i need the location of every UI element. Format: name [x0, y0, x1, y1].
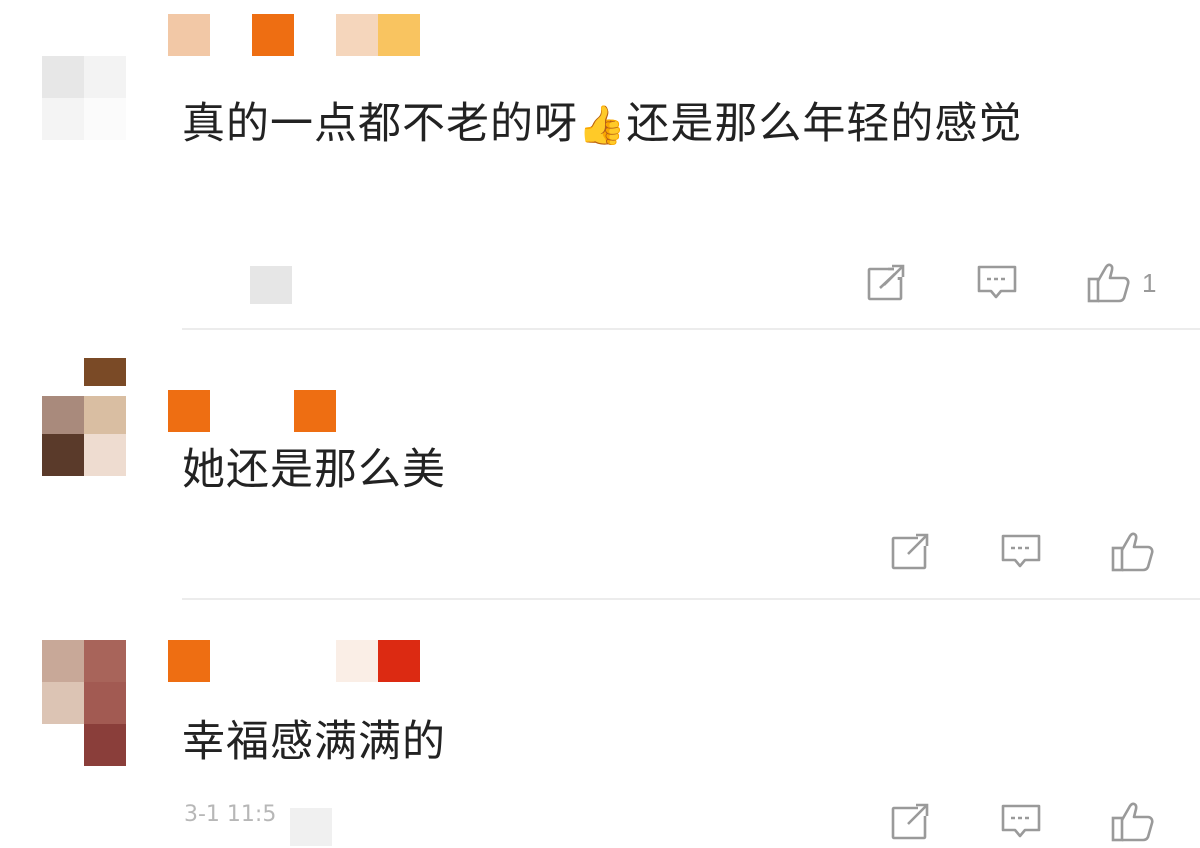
like-button[interactable] [1110, 530, 1156, 574]
thumbs-up-icon [1087, 263, 1130, 303]
comment-icon [977, 265, 1017, 299]
comment-item: 真的一点都不老的呀👍还是那么年轻的感觉 1 [0, 0, 1200, 332]
divider [182, 328, 1200, 330]
username[interactable] [168, 14, 420, 56]
comment-text: 幸福感满满的 [182, 717, 446, 767]
share-button[interactable] [866, 261, 908, 305]
divider [182, 598, 1200, 600]
reply-button[interactable] [1000, 530, 1042, 574]
comment-text: 她还是那么美 [182, 445, 446, 495]
like-button[interactable] [1110, 800, 1156, 844]
avatar[interactable] [42, 640, 126, 766]
username[interactable] [168, 390, 336, 432]
comment-icon [1001, 534, 1041, 568]
share-icon [867, 264, 906, 301]
comment-text-part: 真的一点都不老的呀 [182, 99, 578, 149]
avatar[interactable] [42, 358, 126, 476]
share-button[interactable] [890, 530, 932, 574]
like-button[interactable]: 1 [1086, 261, 1156, 305]
comment-actions: 1 [0, 261, 1200, 305]
comment-item: 幸福感满满的 3-1 11:5 [0, 602, 1200, 848]
comment-actions [0, 530, 1200, 574]
thumbs-up-icon [1111, 532, 1154, 572]
reply-button[interactable] [1000, 800, 1042, 844]
reply-button[interactable] [976, 261, 1018, 305]
avatar[interactable] [42, 56, 126, 140]
share-icon [891, 803, 930, 840]
comment-text: 真的一点都不老的呀👍还是那么年轻的感觉 [182, 84, 1142, 165]
thumbs-up-icon [1111, 802, 1154, 842]
username[interactable] [168, 640, 420, 682]
thumbs-up-emoji-icon: 👍 [578, 103, 627, 147]
comment-actions [0, 800, 1200, 844]
like-count: 1 [1142, 267, 1157, 298]
comment-item: 她还是那么美 [0, 332, 1200, 602]
comment-text-part: 还是那么年轻的感觉 [626, 99, 1023, 149]
share-button[interactable] [890, 800, 932, 844]
comment-icon [1001, 804, 1041, 838]
share-icon [891, 533, 930, 570]
